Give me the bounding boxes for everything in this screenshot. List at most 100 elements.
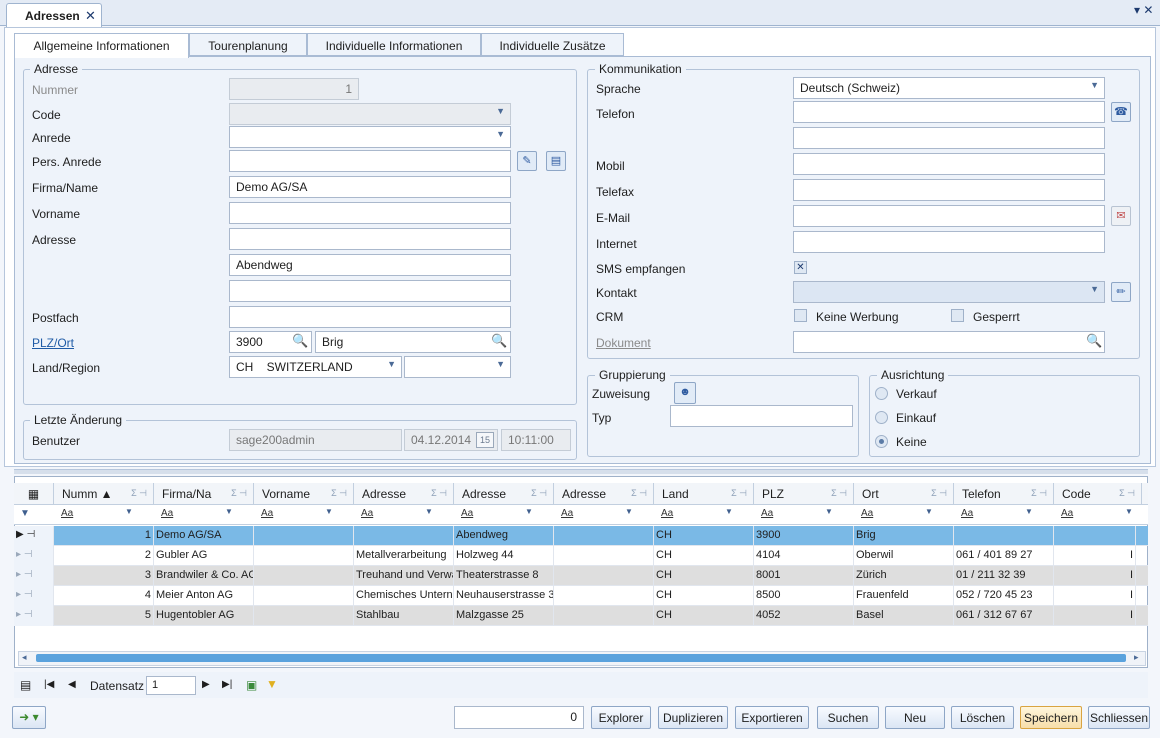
filter-cell[interactable]: Aa ▼ bbox=[661, 505, 733, 525]
explorer-button[interactable]: Explorer bbox=[591, 706, 651, 729]
last-record-icon[interactable]: ▶| bbox=[222, 679, 232, 690]
search-icon[interactable]: 🔍 bbox=[491, 333, 507, 349]
document-tab-strip bbox=[0, 0, 1160, 26]
telefon-field[interactable] bbox=[793, 101, 1105, 123]
nummer-field[interactable]: 1 bbox=[229, 78, 359, 100]
letter-template-icon[interactable]: ▤ bbox=[546, 151, 566, 171]
plz-ort-link[interactable]: PLZ/Ort bbox=[32, 336, 74, 350]
scroll-right-icon[interactable]: ▸ bbox=[1134, 652, 1139, 663]
column-header-adresse-2[interactable]: Adresse Σ ⊣ bbox=[454, 483, 554, 505]
filter-cell[interactable]: Aa ▼ bbox=[861, 505, 933, 525]
exportieren-button[interactable]: Exportieren bbox=[735, 706, 809, 729]
table-row[interactable]: ▸ ⊣ 5 Hugentobler AG Stahlbau Malzgasse … bbox=[14, 606, 1148, 626]
column-header-adresse-1[interactable]: Adresse Σ ⊣ bbox=[354, 483, 454, 505]
column-header-telefon[interactable]: Telefon Σ ⊣ bbox=[954, 483, 1054, 505]
dokument-link[interactable]: Dokument bbox=[596, 336, 651, 350]
filter-icon[interactable]: ▼ bbox=[20, 505, 30, 525]
suchen-button[interactable]: Suchen bbox=[817, 706, 879, 729]
phone-dial-icon[interactable]: ☎ bbox=[1111, 102, 1131, 122]
keine-werbung-checkbox[interactable] bbox=[794, 309, 807, 322]
magic-wand-icon[interactable]: ✎ bbox=[517, 151, 537, 171]
pers-anrede-field[interactable] bbox=[229, 150, 511, 172]
excel-export-icon[interactable]: ▣ bbox=[246, 678, 257, 692]
column-header-firma[interactable]: Firma/Na Σ ⊣ bbox=[154, 483, 254, 505]
filter-cell[interactable]: Aa ▼ bbox=[761, 505, 833, 525]
code-select[interactable]: ▼ bbox=[229, 103, 511, 125]
sprache-select[interactable]: Deutsch (Schweiz) ▼ bbox=[793, 77, 1105, 99]
record-number-field[interactable]: 1 bbox=[146, 676, 196, 695]
close-icon[interactable]: ✕ bbox=[1143, 3, 1153, 17]
ort-field[interactable]: Brig bbox=[315, 331, 511, 353]
email-send-icon[interactable]: ✉ bbox=[1111, 206, 1131, 226]
column-header-plz[interactable]: PLZ Σ ⊣ bbox=[754, 483, 854, 505]
filter-cell[interactable]: Aa ▼ bbox=[261, 505, 333, 525]
speichern-button[interactable]: Speichern bbox=[1020, 706, 1082, 729]
adresse-line-2-field[interactable]: Abendweg bbox=[229, 254, 511, 276]
tab-individuelle-zusaetze[interactable]: Individuelle Zusätze bbox=[481, 33, 624, 56]
vorname-field[interactable] bbox=[229, 202, 511, 224]
tab-tourenplanung[interactable]: Tourenplanung bbox=[189, 33, 307, 56]
duplizieren-button[interactable]: Duplizieren bbox=[658, 706, 728, 729]
next-record-icon[interactable]: ▶ bbox=[202, 679, 210, 690]
einkauf-radio[interactable] bbox=[875, 411, 888, 424]
previous-record-icon[interactable]: ◀ bbox=[68, 679, 76, 690]
scrollbar-thumb[interactable] bbox=[36, 654, 1126, 662]
column-chooser-icon[interactable]: ▦ bbox=[14, 483, 54, 505]
mobil-field[interactable] bbox=[793, 153, 1105, 175]
filter-cell[interactable]: Aa ▼ bbox=[361, 505, 433, 525]
filter-cell[interactable]: Aa ▼ bbox=[1061, 505, 1133, 525]
telefax-field[interactable] bbox=[793, 179, 1105, 201]
column-header-vorname[interactable]: Vorname Σ ⊣ bbox=[254, 483, 354, 505]
search-icon[interactable]: 🔍 bbox=[1086, 333, 1102, 349]
schliessen-button[interactable]: Schliessen bbox=[1088, 706, 1150, 729]
adresse-line-1-field[interactable] bbox=[229, 228, 511, 250]
dokument-field[interactable] bbox=[793, 331, 1105, 353]
kontakt-select[interactable]: ▼ bbox=[793, 281, 1105, 303]
edit-contact-icon[interactable]: ✏ bbox=[1111, 282, 1131, 302]
filter-icon[interactable]: ▼ bbox=[266, 677, 278, 691]
filter-cell[interactable]: Aa ▼ bbox=[61, 505, 133, 525]
table-row[interactable]: ▸ ⊣ 4 Meier Anton AG Chemisches Untern N… bbox=[14, 586, 1148, 606]
action-menu-icon[interactable]: ➜ ▾ bbox=[12, 706, 46, 729]
column-header-code[interactable]: Code Σ ⊣ bbox=[1054, 483, 1142, 505]
filter-cell[interactable]: Aa ▼ bbox=[961, 505, 1033, 525]
scroll-left-icon[interactable]: ◂ bbox=[22, 652, 27, 663]
typ-field[interactable] bbox=[670, 405, 853, 427]
email-field[interactable] bbox=[793, 205, 1105, 227]
internet-field[interactable] bbox=[793, 231, 1105, 253]
first-record-icon[interactable]: |◀ bbox=[44, 679, 54, 690]
close-icon[interactable]: ✕ bbox=[85, 8, 96, 24]
firma-field[interactable]: Demo AG/SA bbox=[229, 176, 511, 198]
anrede-select[interactable]: ▼ bbox=[229, 126, 511, 148]
assign-users-icon[interactable]: ☻ bbox=[674, 382, 696, 404]
telefon-2-field[interactable] bbox=[793, 127, 1105, 149]
neu-button[interactable]: Neu bbox=[885, 706, 945, 729]
filter-cell[interactable]: Aa ▼ bbox=[461, 505, 533, 525]
sms-empfangen-checkbox[interactable]: ✕ bbox=[794, 261, 807, 274]
column-header-ort[interactable]: Ort Σ ⊣ bbox=[854, 483, 954, 505]
loeschen-button[interactable]: Löschen bbox=[951, 706, 1014, 729]
region-select[interactable]: ▼ bbox=[404, 356, 511, 378]
column-header-land[interactable]: Land Σ ⊣ bbox=[654, 483, 754, 505]
table-row[interactable]: ▶ ⊣ 1 Demo AG/SA Abendweg CH 3900 Brig bbox=[14, 526, 1148, 546]
column-header-adresse-3[interactable]: Adresse Σ ⊣ bbox=[554, 483, 654, 505]
dropdown-icon[interactable]: ▾ bbox=[1134, 3, 1140, 17]
table-row[interactable]: ▸ ⊣ 2 Gubler AG Metallverarbeitung Holzw… bbox=[14, 546, 1148, 566]
tab-allgemeine-informationen[interactable]: Allgemeine Informationen bbox=[14, 33, 189, 58]
keine-radio[interactable] bbox=[875, 435, 888, 448]
column-header-nummer[interactable]: Numm ▲ Σ ⊣ bbox=[54, 483, 154, 505]
document-tab-adressen[interactable]: Adressen ✕ bbox=[6, 3, 102, 27]
postfach-field[interactable] bbox=[229, 306, 511, 328]
gesperrt-checkbox[interactable] bbox=[951, 309, 964, 322]
tab-individuelle-informationen[interactable]: Individuelle Informationen bbox=[307, 33, 481, 56]
record-list-icon[interactable]: ▤ bbox=[20, 678, 31, 692]
filter-cell[interactable]: Aa ▼ bbox=[561, 505, 633, 525]
search-icon[interactable]: 🔍 bbox=[292, 333, 308, 349]
splitter[interactable] bbox=[14, 469, 1148, 474]
verkauf-radio[interactable] bbox=[875, 387, 888, 400]
adresse-line-3-field[interactable] bbox=[229, 280, 511, 302]
land-select[interactable]: CH SWITZERLAND ▼ bbox=[229, 356, 402, 378]
filter-cell[interactable]: Aa ▼ bbox=[161, 505, 233, 525]
calendar-icon[interactable]: 15 bbox=[476, 432, 494, 448]
table-row[interactable]: ▸ ⊣ 3 Brandwiler & Co. AG Treuhand und V… bbox=[14, 566, 1148, 586]
